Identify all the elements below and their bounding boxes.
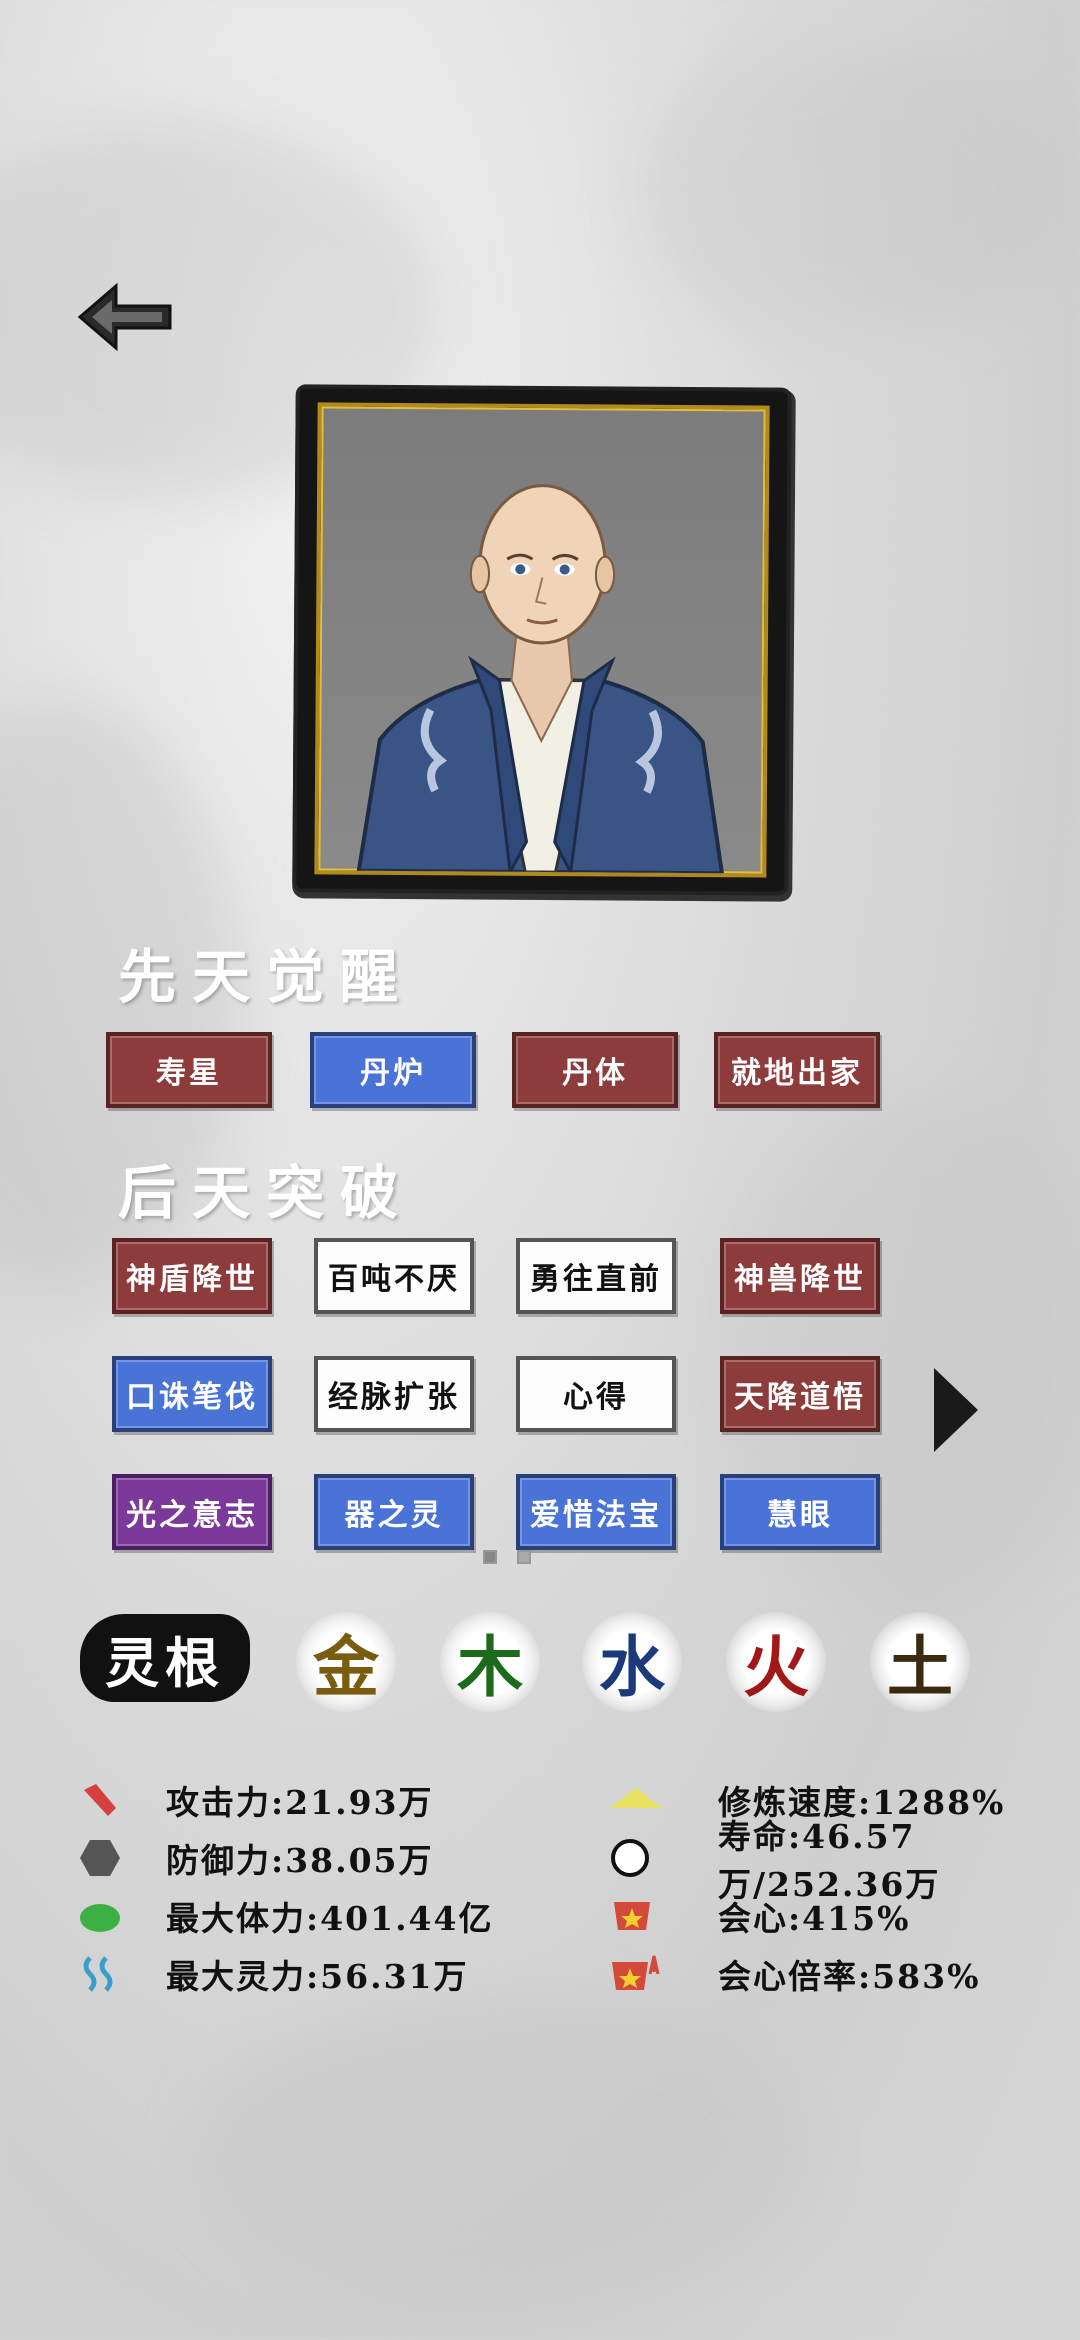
acquired-talent-button[interactable]: 口诛笔伐 xyxy=(112,1356,272,1432)
triangle-right-icon xyxy=(934,1368,978,1452)
back-arrow-icon xyxy=(77,282,172,352)
stats_right-stat: 寿命:46.57万/252.36万 xyxy=(718,1817,941,1904)
stats_left-stat: 攻击力:21.93万 xyxy=(166,1783,434,1822)
acquired-talent-button[interactable]: 器之灵 xyxy=(314,1474,474,1550)
monk-character-image xyxy=(356,484,725,878)
acquired-talent-button[interactable]: 经脉扩张 xyxy=(314,1356,474,1432)
innate-talent-button[interactable]: 丹炉 xyxy=(310,1032,476,1108)
acquired-talent-button[interactable]: 光之意志 xyxy=(112,1474,272,1550)
back-button[interactable] xyxy=(77,282,172,352)
spirit-icon xyxy=(78,1952,122,1996)
stats_left-stat: 最大灵力:56.31万 xyxy=(166,1957,469,1996)
health-icon xyxy=(78,1894,122,1938)
cultivation-speed-icon xyxy=(608,1778,662,1822)
water-root: 水 xyxy=(582,1612,682,1712)
page-indicator-dot xyxy=(483,1550,497,1564)
acquired-talent-button[interactable]: 百吨不厌 xyxy=(314,1238,474,1314)
critical-multiplier-icon xyxy=(608,1952,660,1996)
acquired-talent-button[interactable]: 爱惜法宝 xyxy=(516,1474,676,1550)
ink-cloud xyxy=(640,40,1060,340)
wood-root: 木 xyxy=(440,1612,540,1712)
acquired-talent-button[interactable]: 慧眼 xyxy=(720,1474,880,1550)
stats_right-stat: 会心:415% xyxy=(718,1899,911,1938)
acquired-talent-button[interactable]: 神兽降世 xyxy=(720,1238,880,1314)
spirit-root-label: 灵根 xyxy=(80,1614,250,1702)
page-indicator-dot xyxy=(517,1550,531,1564)
acquired-breakthrough-title: 后天突破 xyxy=(118,1159,415,1227)
innate-talent-button[interactable]: 就地出家 xyxy=(714,1032,880,1108)
lifespan-icon xyxy=(608,1836,652,1880)
critical-icon xyxy=(608,1894,652,1938)
attack-icon xyxy=(78,1778,122,1822)
defense-icon xyxy=(78,1836,122,1880)
character-portrait xyxy=(314,402,770,878)
acquired-talent-button[interactable]: 心得 xyxy=(516,1356,676,1432)
ink-cloud xyxy=(200,2000,800,2300)
innate-talent-button[interactable]: 丹体 xyxy=(512,1032,678,1108)
fire-root: 火 xyxy=(726,1612,826,1712)
character-portrait-frame xyxy=(296,388,788,892)
acquired-talent-button[interactable]: 天降道悟 xyxy=(720,1356,880,1432)
earth-root: 土 xyxy=(870,1612,970,1712)
acquired-talent-button[interactable]: 勇往直前 xyxy=(516,1238,676,1314)
innate-talent-button[interactable]: 寿星 xyxy=(106,1032,272,1108)
stats_right-stat: 会心倍率:583% xyxy=(718,1957,981,1996)
acquired-talent-button[interactable]: 神盾降世 xyxy=(112,1238,272,1314)
stats_left-stat: 防御力:38.05万 xyxy=(166,1841,434,1880)
innate-awakening-title: 先天觉醒 xyxy=(118,943,415,1011)
stats_left-stat: 最大体力:401.44亿 xyxy=(166,1899,494,1938)
metal-root: 金 xyxy=(296,1612,396,1712)
next-page-button[interactable] xyxy=(932,1366,980,1454)
